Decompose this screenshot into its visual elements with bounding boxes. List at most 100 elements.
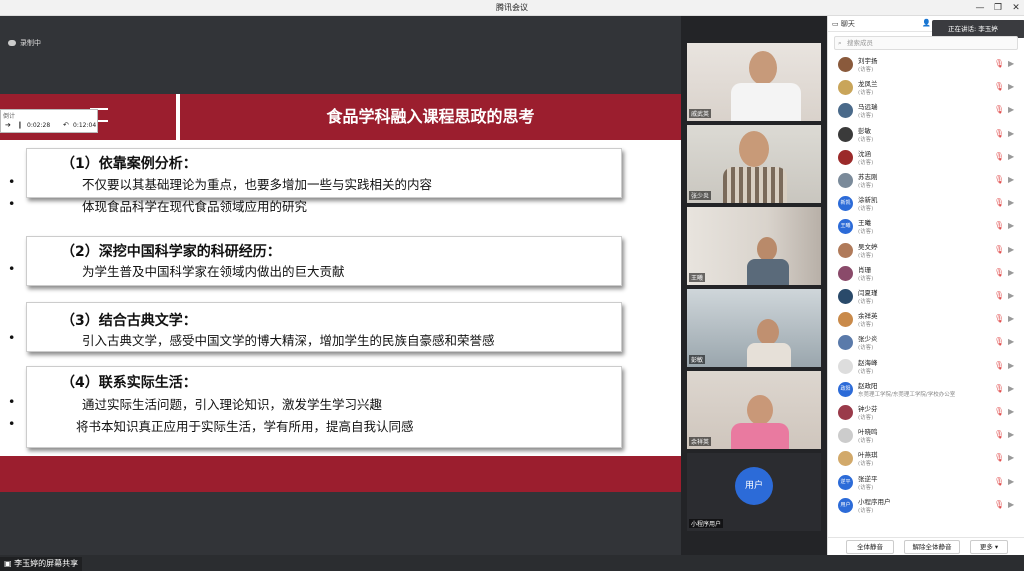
mic-off-icon[interactable]: 🎙 xyxy=(994,361,1004,370)
member-row[interactable]: 龙凤兰 (访客) 🎙 ▶ xyxy=(828,77,1024,100)
recording-indicator[interactable]: 录制中 xyxy=(8,38,41,48)
member-row[interactable]: 用户 小程序用户 (访客) 🎙 ▶ xyxy=(828,495,1024,518)
bullet-text: 不仅要以其基础理论为重点，也要多增加一些与实践相关的内容 xyxy=(82,177,433,192)
member-row[interactable]: 苏志刚 (访客) 🎙 ▶ xyxy=(828,170,1024,193)
more-button[interactable]: 更多 ▾ xyxy=(970,540,1008,554)
video-tile[interactable]: 张少炎 xyxy=(687,125,821,203)
camera-off-icon[interactable]: ▶ xyxy=(1008,221,1014,230)
member-row[interactable]: 沈涵 (访客) 🎙 ▶ xyxy=(828,147,1024,170)
mic-off-icon[interactable]: 🎙 xyxy=(994,500,1004,509)
mic-off-icon[interactable]: 🎙 xyxy=(994,453,1004,462)
section-heading: （2）深挖中国科学家的科研经历： xyxy=(61,244,281,260)
member-row[interactable]: 吴文婷 (访客) 🎙 ▶ xyxy=(828,240,1024,263)
member-row[interactable]: 政阳 赵政阳 东莞理工学院/东莞理工学院/学校办公室 🎙 ▶ xyxy=(828,379,1024,402)
camera-off-icon[interactable]: ▶ xyxy=(1008,129,1014,138)
camera-off-icon[interactable]: ▶ xyxy=(1008,314,1014,323)
mic-off-icon[interactable]: 🎙 xyxy=(994,129,1004,138)
video-tile[interactable]: 王曦 xyxy=(687,207,821,285)
restore-button[interactable]: ❐ xyxy=(990,0,1006,16)
mic-off-icon[interactable]: 🎙 xyxy=(994,291,1004,300)
video-tile[interactable]: 用户 小程序用户 xyxy=(687,453,821,531)
member-row[interactable]: 闫夏瑾 (访客) 🎙 ▶ xyxy=(828,286,1024,309)
mic-off-icon[interactable]: 🎙 xyxy=(994,198,1004,207)
camera-off-icon[interactable]: ▶ xyxy=(1008,500,1014,509)
participant-shirt xyxy=(747,259,789,285)
pause-icon[interactable]: ❙ xyxy=(17,121,23,129)
camera-off-icon[interactable]: ▶ xyxy=(1008,361,1014,370)
member-role: (访客) xyxy=(858,507,874,514)
member-row[interactable]: 张少炎 (访客) 🎙 ▶ xyxy=(828,332,1024,355)
play-icon[interactable]: ➔ xyxy=(5,121,11,129)
member-row[interactable]: 王曦 王曦 (访客) 🎙 ▶ xyxy=(828,216,1024,239)
camera-off-icon[interactable]: ▶ xyxy=(1008,268,1014,277)
video-tile[interactable]: 戚武英 xyxy=(687,43,821,121)
mic-off-icon[interactable]: 🎙 xyxy=(994,407,1004,416)
member-name: 刘宇扬 xyxy=(858,57,878,65)
screen-share-label[interactable]: ▣ 李玉婷的屏幕共享 xyxy=(0,557,83,571)
video-name: 余祥英 xyxy=(689,437,712,446)
member-row[interactable]: 钟少芬 (访客) 🎙 ▶ xyxy=(828,402,1024,425)
camera-off-icon[interactable]: ▶ xyxy=(1008,82,1014,91)
chat-icon: ▭ xyxy=(832,20,841,28)
mic-off-icon[interactable]: 🎙 xyxy=(994,105,1004,114)
member-search-input[interactable]: ⌕ 搜索成员 xyxy=(834,36,1018,50)
camera-off-icon[interactable]: ▶ xyxy=(1008,245,1014,254)
camera-off-icon[interactable]: ▶ xyxy=(1008,105,1014,114)
camera-off-icon[interactable]: ▶ xyxy=(1008,477,1014,486)
mute-all-button[interactable]: 全体静音 xyxy=(846,540,894,554)
mic-off-icon[interactable]: 🎙 xyxy=(994,337,1004,346)
tab-chat[interactable]: ▭ 聊天 xyxy=(832,19,855,29)
countdown-timer[interactable]: 倒计 ➔ ❙ 0:02:28 ↶ 0:12:04 xyxy=(0,109,98,133)
avatar xyxy=(838,149,853,165)
camera-off-icon[interactable]: ▶ xyxy=(1008,59,1014,68)
slide-footer-band xyxy=(0,456,681,492)
minimize-button[interactable]: — xyxy=(972,0,988,16)
member-row[interactable]: 余祥英 (访客) 🎙 ▶ xyxy=(828,309,1024,332)
camera-off-icon[interactable]: ▶ xyxy=(1008,430,1014,439)
member-row[interactable]: 新凯 涂新凯 (访客) 🎙 ▶ xyxy=(828,193,1024,216)
video-tile[interactable]: 彭敏 xyxy=(687,289,821,367)
member-row[interactable]: 逆平 张逆平 (访客) 🎙 ▶ xyxy=(828,472,1024,495)
video-name: 彭敏 xyxy=(689,355,706,364)
member-name: 闫夏瑾 xyxy=(858,289,878,297)
mic-off-icon[interactable]: 🎙 xyxy=(994,430,1004,439)
mic-off-icon[interactable]: 🎙 xyxy=(994,175,1004,184)
member-role: (访客) xyxy=(858,90,874,97)
camera-off-icon[interactable]: ▶ xyxy=(1008,152,1014,161)
unmute-all-button[interactable]: 解除全体静音 xyxy=(904,540,960,554)
camera-off-icon[interactable]: ▶ xyxy=(1008,453,1014,462)
members-tab-icon[interactable]: 👤 xyxy=(922,19,931,27)
mic-off-icon[interactable]: 🎙 xyxy=(994,152,1004,161)
mic-off-icon[interactable]: 🎙 xyxy=(994,59,1004,68)
member-row[interactable]: 刘宇扬 (访客) 🎙 ▶ xyxy=(828,54,1024,77)
reset-icon[interactable]: ↶ xyxy=(63,121,69,129)
camera-off-icon[interactable]: ▶ xyxy=(1008,175,1014,184)
mic-off-icon[interactable]: 🎙 xyxy=(994,477,1004,486)
participant-face xyxy=(747,395,773,425)
mic-off-icon[interactable]: 🎙 xyxy=(994,82,1004,91)
camera-off-icon[interactable]: ▶ xyxy=(1008,337,1014,346)
bullet-text: 引入古典文学，感受中国文学的博大精深，增加学生的民族自豪感和荣誉感 xyxy=(82,333,495,348)
camera-off-icon[interactable]: ▶ xyxy=(1008,384,1014,393)
bullet-dot: • xyxy=(8,196,16,211)
video-tile[interactable]: 余祥英 xyxy=(687,371,821,449)
member-row[interactable]: 叶燕琪 (访客) 🎙 ▶ xyxy=(828,448,1024,471)
member-row[interactable]: 叶晓鸣 (访客) 🎙 ▶ xyxy=(828,425,1024,448)
camera-off-icon[interactable]: ▶ xyxy=(1008,291,1014,300)
mic-off-icon[interactable]: 🎙 xyxy=(994,314,1004,323)
member-row[interactable]: 马远瑞 (访客) 🎙 ▶ xyxy=(828,100,1024,123)
mic-off-icon[interactable]: 🎙 xyxy=(994,245,1004,254)
member-role: (访客) xyxy=(858,415,874,421)
camera-off-icon[interactable]: ▶ xyxy=(1008,198,1014,207)
avatar: 政阳 xyxy=(838,381,853,397)
mic-off-icon[interactable]: 🎙 xyxy=(994,384,1004,393)
mic-off-icon[interactable]: 🎙 xyxy=(994,268,1004,277)
member-row[interactable]: 肖珊 (访客) 🎙 ▶ xyxy=(828,263,1024,286)
close-button[interactable]: ✕ xyxy=(1008,0,1024,16)
mic-off-icon[interactable]: 🎙 xyxy=(994,221,1004,230)
member-row[interactable]: 赵海峰 (访客) 🎙 ▶ xyxy=(828,356,1024,379)
camera-off-icon[interactable]: ▶ xyxy=(1008,407,1014,416)
member-row[interactable]: 彭敏 (访客) 🎙 ▶ xyxy=(828,124,1024,147)
section-heading: （3）结合古典文学： xyxy=(61,313,197,329)
avatar xyxy=(838,57,853,72)
